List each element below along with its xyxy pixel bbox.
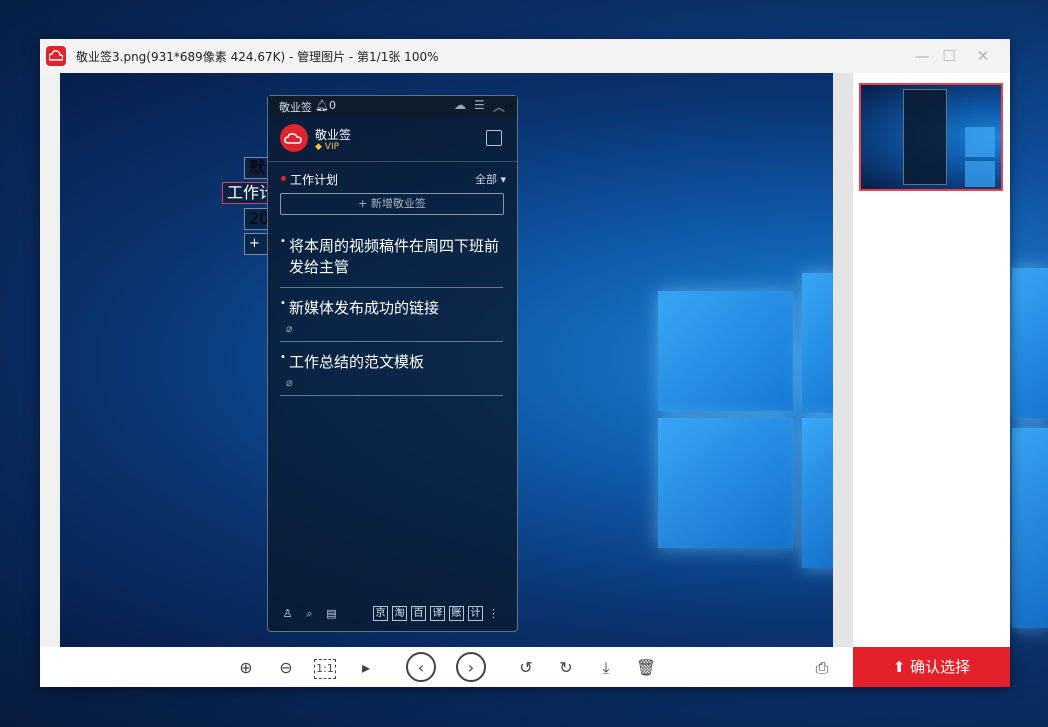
note-footer-toolbar: ♙ ⌕ ▤ 京 淘 百 译 账 计 ⋮ xyxy=(280,606,508,624)
category-dot xyxy=(281,176,286,181)
list-item[interactable]: • 工作总结的范文模板 ⌀ xyxy=(280,352,504,396)
paperclip-icon: ⌀ xyxy=(286,322,293,335)
confirm-selection-button[interactable]: ⬆ 确认选择 xyxy=(853,647,1010,687)
note-header: 敬业签 🔔︎0 ☁ ☰ ︿ xyxy=(268,96,517,116)
tool-account[interactable]: 账 xyxy=(449,606,464,621)
vip-badge: ◆ VIP xyxy=(315,142,340,152)
bell-count: 0 xyxy=(328,99,336,112)
note-widget: 敬业签 🔔︎0 ☁ ☰ ︿ 敬业签 ◆ VIP 工作计划 全部 ▾ + 新增敬业… xyxy=(267,95,518,632)
next-icon[interactable]: › xyxy=(456,652,486,682)
divider xyxy=(280,341,503,342)
previous-icon[interactable]: ‹ xyxy=(406,652,436,682)
app-logo-icon xyxy=(46,46,66,66)
desktop-window-logo-pane xyxy=(1012,268,1048,418)
category-title: 工作计划 xyxy=(290,173,339,187)
thumbnail-panel xyxy=(853,73,1010,647)
rotate-right-icon[interactable]: ↻ xyxy=(554,656,578,680)
minimize-icon[interactable]: — xyxy=(910,45,934,67)
preview-window-pane xyxy=(802,273,833,413)
tool-baidu[interactable]: 百 xyxy=(411,606,426,621)
rotate-left-icon[interactable]: ↺ xyxy=(514,656,538,680)
list-item-text: 工作总结的范文模板 xyxy=(289,353,425,371)
search-icon[interactable]: ⌕ xyxy=(302,606,317,621)
side-tab-2020[interactable]: 2020 xyxy=(244,208,269,230)
list-item-text: 将本周的视频稿件在周四下班前发给主管 xyxy=(289,237,500,276)
image-preview: 默认 工作计划 2020 + 敬业签 🔔︎0 ☁ ☰ ︿ 敬业签 ◆ VIP 工… xyxy=(60,73,833,647)
tool-calculator[interactable]: 计 xyxy=(468,606,483,621)
scroll-gutter xyxy=(833,73,853,647)
username: 敬业签 xyxy=(315,128,352,142)
calendar-icon[interactable] xyxy=(486,130,502,146)
divider xyxy=(268,161,517,162)
close-icon[interactable]: ✕ xyxy=(971,45,995,67)
divider xyxy=(280,395,503,396)
zoom-out-icon[interactable]: ⊖ xyxy=(274,656,298,680)
preview-window-pane xyxy=(658,418,793,548)
delete-icon[interactable]: 🗑︎ xyxy=(634,656,658,680)
slideshow-icon[interactable]: ▸ xyxy=(354,656,378,680)
title-bar: 敬业签3.png(931*689像素 424.67K) - 管理图片 - 第1/… xyxy=(40,39,1010,73)
divider xyxy=(280,287,503,288)
side-tab-work-plan[interactable]: 工作计划 xyxy=(222,182,268,204)
avatar[interactable] xyxy=(280,124,308,152)
list-item[interactable]: • 新媒体发布成功的链接 ⌀ xyxy=(280,298,504,342)
paperclip-icon: ⌀ xyxy=(286,376,293,389)
contacts-icon[interactable]: ♙ xyxy=(280,606,295,621)
side-tab-add[interactable]: + xyxy=(244,233,269,255)
notes-icon[interactable]: ▤ xyxy=(324,606,339,621)
side-tab-default[interactable]: 默认 xyxy=(244,157,269,179)
bottom-toolbar: ⊕ ⊖ 1:1 ▸ ‹ › ↺ ↻ ⤓ 🗑︎ ⎙ xyxy=(40,647,853,687)
preview-window-pane xyxy=(802,418,833,568)
menu-icon[interactable]: ☰ xyxy=(474,98,485,112)
collapse-icon[interactable]: ︿ xyxy=(493,98,505,115)
cloud-sync-icon[interactable]: ☁ xyxy=(454,98,466,112)
preview-window-pane xyxy=(658,291,793,411)
print-icon[interactable]: ⎙ xyxy=(810,656,834,680)
download-icon[interactable]: ⤓ xyxy=(594,656,618,680)
desktop-window-logo-pane xyxy=(1012,428,1048,628)
filter-dropdown[interactable]: 全部 ▾ xyxy=(475,171,506,187)
zoom-in-icon[interactable]: ⊕ xyxy=(234,656,258,680)
tool-translate[interactable]: 译 xyxy=(430,606,445,621)
actual-size-button[interactable]: 1:1 xyxy=(314,659,336,679)
more-icon[interactable]: ⋮ xyxy=(486,606,501,621)
list-item-text: 新媒体发布成功的链接 xyxy=(289,299,440,317)
tool-jd[interactable]: 京 xyxy=(373,606,388,621)
add-note-button[interactable]: + 新增敬业签 xyxy=(280,193,504,215)
maximize-icon[interactable]: ☐ xyxy=(937,45,961,67)
tool-taobao[interactable]: 淘 xyxy=(392,606,407,621)
bell-icon[interactable]: 🔔︎0 xyxy=(315,99,336,112)
note-app-title: 敬业签 xyxy=(279,101,312,114)
thumbnail-selected[interactable] xyxy=(859,83,1003,191)
image-viewer-window: 敬业签3.png(931*689像素 424.67K) - 管理图片 - 第1/… xyxy=(40,39,1010,687)
window-title: 敬业签3.png(931*689像素 424.67K) - 管理图片 - 第1/… xyxy=(76,50,439,64)
list-item[interactable]: • 将本周的视频稿件在周四下班前发给主管 xyxy=(280,236,504,288)
